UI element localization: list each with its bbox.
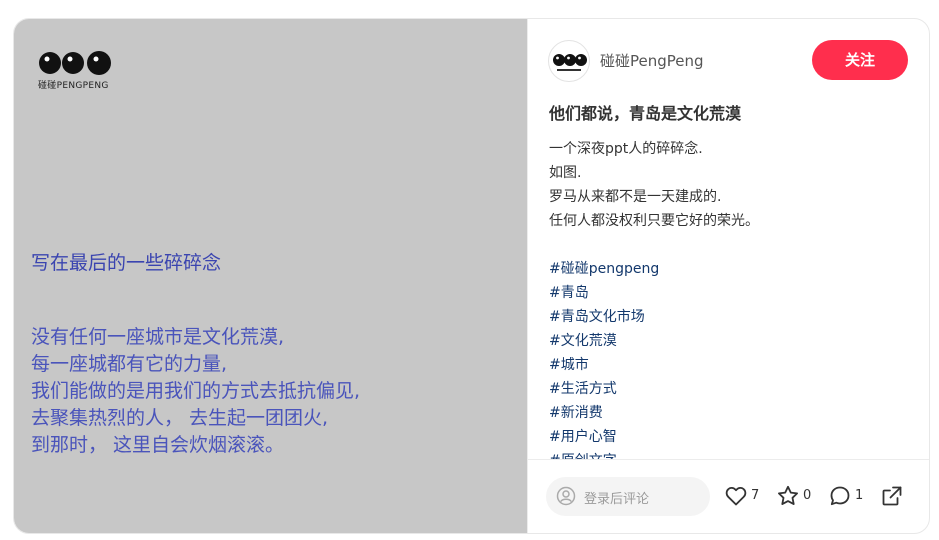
heart-icon xyxy=(725,486,747,506)
chat-bubble-icon xyxy=(830,486,850,506)
logo-text: 碰碰PENGPENG xyxy=(38,81,109,91)
note-side-panel: 碰碰PengPeng 关注 他们都说，青岛是文化荒漠 一个深夜ppt人的碎碎念.… xyxy=(527,19,929,533)
avatar[interactable] xyxy=(548,40,590,82)
collect-count: 0 xyxy=(803,488,812,503)
comment-placeholder: 登录后评论 xyxy=(584,492,650,507)
note-desc-line: 如图. xyxy=(549,165,582,181)
note-content[interactable]: 他们都说，青岛是文化荒漠 一个深夜ppt人的碎碎念. 如图. 罗马从来都不是一天… xyxy=(549,103,909,459)
like-count: 7 xyxy=(751,488,760,503)
note-card: 碰碰PENGPENG 写在最后的一些碎碎念 没有任何一座城市是文化荒漠, 每一座… xyxy=(13,18,930,534)
logo-icon xyxy=(39,51,111,75)
avatar-logo-icon xyxy=(553,54,587,71)
note-image[interactable]: 碰碰PENGPENG 写在最后的一些碎碎念 没有任何一座城市是文化荒漠, 每一座… xyxy=(14,19,527,533)
image-line: 我们能做的是用我们的方式去抵抗偏见, xyxy=(31,380,361,402)
comment-input[interactable]: 登录后评论 xyxy=(546,477,710,516)
hashtag-link[interactable]: #原创文字 xyxy=(549,449,909,459)
note-title: 他们都说，青岛是文化荒漠 xyxy=(549,104,742,123)
image-line: 每一座城都有它的力量, xyxy=(31,353,228,375)
engagement-bar: 登录后评论 7 0 1 xyxy=(528,459,929,533)
image-line: 没有任何一座城市是文化荒漠, xyxy=(31,326,285,348)
hashtag-link[interactable]: #新消费 xyxy=(549,401,909,425)
image-line: 去聚集热烈的人， 去生起一团团火, xyxy=(31,407,329,429)
user-icon xyxy=(556,486,576,506)
hashtag-link[interactable]: #碰碰pengpeng xyxy=(549,257,909,281)
star-icon xyxy=(778,485,798,505)
hashtag-link[interactable]: #生活方式 xyxy=(549,377,909,401)
share-icon xyxy=(882,486,902,506)
hashtag-link[interactable]: #城市 xyxy=(549,353,909,377)
hashtag-link[interactable]: #青岛文化市场 xyxy=(549,305,909,329)
image-heading: 写在最后的一些碎碎念 xyxy=(31,252,222,274)
note-desc-line: 一个深夜ppt人的碎碎念. xyxy=(549,141,703,157)
image-body: 没有任何一座城市是文化荒漠, 每一座城都有它的力量, 我们能做的是用我们的方式去… xyxy=(31,324,511,459)
hashtag-link[interactable]: #文化荒漠 xyxy=(549,329,909,353)
hashtag-link[interactable]: #用户心智 xyxy=(549,425,909,449)
comment-count: 1 xyxy=(855,488,864,503)
note-desc-line: 任何人都没权利只要它好的荣光。 xyxy=(549,213,759,229)
follow-button[interactable]: 关注 xyxy=(812,40,908,80)
author-name[interactable]: 碰碰PengPeng xyxy=(600,50,704,71)
note-desc-line: 罗马从来都不是一天建成的. xyxy=(549,189,722,205)
author-row: 碰碰PengPeng 关注 xyxy=(528,19,929,101)
hashtag-link[interactable]: #青岛 xyxy=(549,281,909,305)
brand-logo: 碰碰PENGPENG xyxy=(38,50,112,91)
image-line: 到那时， 这里自会炊烟滚滚。 xyxy=(31,434,285,456)
